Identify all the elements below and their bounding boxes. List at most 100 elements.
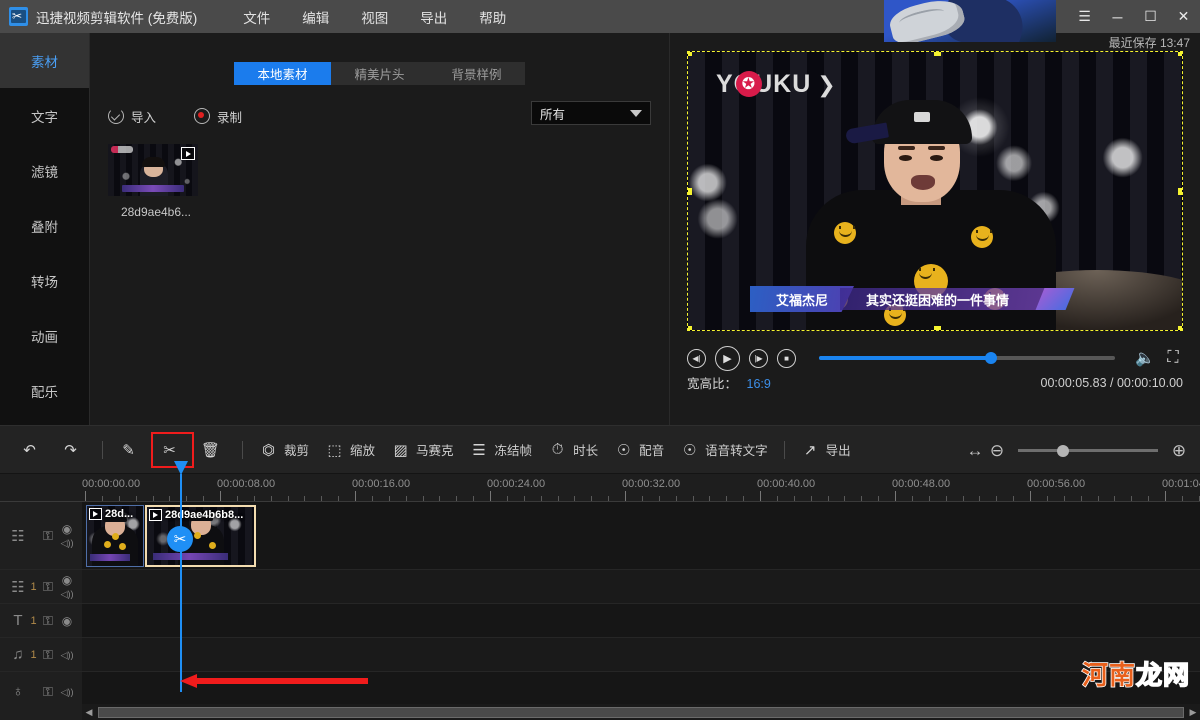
toolbar-divider-3 <box>783 440 785 459</box>
ruler-tick-minor <box>878 496 880 501</box>
ruler-tick-minor <box>287 496 289 501</box>
resize-handle-bc[interactable] <box>934 326 941 330</box>
sidebar-item-music[interactable]: 配乐 <box>0 363 89 418</box>
sidebar-item-text[interactable]: 文字 <box>0 88 89 143</box>
resize-handle-br[interactable] <box>1178 326 1182 330</box>
timeline-clip[interactable]: 28d9ae4b6b8... <box>145 505 256 567</box>
ruler-tick-minor <box>118 496 120 501</box>
scroll-left-icon[interactable]: ◀ <box>82 704 96 720</box>
tab-intro-templates[interactable]: 精美片头 <box>331 62 428 85</box>
resize-handle-tl[interactable] <box>688 52 692 56</box>
next-frame-button[interactable]: |▶ <box>749 348 768 368</box>
tab-background-samples[interactable]: 背景样例 <box>428 62 525 85</box>
timeline-horizontal-scrollbar[interactable]: ◀ ▶ <box>82 704 1200 720</box>
track-lock-icon[interactable]: ⚿ <box>39 684 57 700</box>
clip-label: 28d9ae4b6b8... <box>147 507 247 522</box>
crop-button[interactable]: ⏣ 裁剪 <box>251 433 317 467</box>
playhead[interactable] <box>174 461 188 692</box>
menu-item-file[interactable]: 文件 <box>227 3 286 31</box>
fit-to-window-icon[interactable]: ↔ <box>964 440 986 462</box>
zoom-in-icon[interactable]: ⊕ <box>1168 440 1190 462</box>
track-body[interactable] <box>82 604 1200 637</box>
video-preview[interactable]: YOUKU ✪ ❯ 艾福杰尼 其实还挺困难的一件事情 <box>687 51 1183 331</box>
media-thumbnail[interactable] <box>108 144 198 196</box>
minimize-icon[interactable]: ─ <box>1101 0 1134 33</box>
import-button[interactable]: 导入 <box>108 107 156 126</box>
track-lock-icon[interactable]: ⚿ <box>39 528 57 544</box>
ruler-tick-minor <box>844 496 846 501</box>
zoom-out-icon[interactable]: ⊖ <box>986 440 1008 462</box>
track-lock-icon[interactable]: ⚿ <box>39 613 57 629</box>
delete-button[interactable]: 🗑 <box>193 433 234 467</box>
ruler-tick-minor <box>979 496 981 501</box>
playback-controls: ◀| ▶ |▶ ■ 🔈 ⛶ <box>687 343 1183 373</box>
resize-handle-tr[interactable] <box>1178 52 1182 56</box>
track-header: ♫ 1 ⚿ ◁)) <box>0 638 82 671</box>
speech-to-text-button[interactable]: ☉ 语音转文字 <box>672 433 776 467</box>
ruler-tick-minor <box>726 496 728 501</box>
freeze-frame-button[interactable]: ☰ 冻结帧 <box>462 433 541 467</box>
stop-button[interactable]: ■ <box>777 348 796 368</box>
prev-frame-button[interactable]: ◀| <box>687 348 706 368</box>
resize-handle-mr[interactable] <box>1178 188 1182 195</box>
track-lock-icon[interactable]: ⚿ <box>39 647 57 663</box>
track-visibility-eye-icon[interactable]: ◉ <box>62 614 72 628</box>
sidebar-item-filter[interactable]: 滤镜 <box>0 143 89 198</box>
menu-item-edit[interactable]: 编辑 <box>286 3 345 31</box>
scale-button[interactable]: ⬚ 缩放 <box>317 433 383 467</box>
ruler-tick-minor <box>861 496 863 501</box>
track-body[interactable]: 28d... 28d9ae4b6b8... <box>82 502 1200 569</box>
sidebar-item-animation[interactable]: 动画 <box>0 308 89 363</box>
track-visibility-eye-icon[interactable]: ◉ <box>62 573 72 587</box>
maximize-icon[interactable]: ☐ <box>1134 0 1167 33</box>
undo-button[interactable]: ↶ <box>12 433 53 467</box>
close-icon[interactable]: ✕ <box>1167 0 1200 33</box>
resize-handle-tc[interactable] <box>934 52 941 56</box>
ruler-tick-major <box>1030 491 1031 501</box>
playback-progress-slider[interactable] <box>819 352 1115 364</box>
track-visibility-eye-icon[interactable]: ◉ <box>62 522 72 536</box>
edit-button[interactable]: ✎ <box>111 433 152 467</box>
music-track-icon: ♫ <box>12 646 24 663</box>
media-item[interactable]: 28d9ae4b6... <box>108 144 204 219</box>
scroll-right-icon[interactable]: ▶ <box>1186 704 1200 720</box>
menu-item-export[interactable]: 导出 <box>404 3 463 31</box>
mosaic-button[interactable]: ▨ 马赛克 <box>383 433 462 467</box>
play-button[interactable]: ▶ <box>715 345 740 371</box>
record-button[interactable]: 录制 <box>194 107 242 126</box>
track-mute-speaker-icon[interactable]: ◁)) <box>61 685 74 699</box>
redo-button[interactable]: ↷ <box>53 433 94 467</box>
sidebar: 素材 文字 滤镜 叠附 转场 动画 配乐 <box>0 33 90 425</box>
timeline-zoom-slider[interactable] <box>1018 444 1158 457</box>
menu-item-view[interactable]: 视图 <box>345 3 404 31</box>
sidebar-item-overlay[interactable]: 叠附 <box>0 198 89 253</box>
track-body[interactable] <box>82 638 1200 671</box>
undo-icon: ↶ <box>23 441 36 459</box>
media-filter-dropdown[interactable]: 所有 <box>531 101 651 125</box>
track-mute-speaker-icon[interactable]: ◁)) <box>61 648 74 662</box>
hamburger-menu-icon[interactable]: ☰ <box>1068 0 1101 33</box>
menu-item-help[interactable]: 帮助 <box>463 3 522 31</box>
track-mute-speaker-icon[interactable]: ◁)) <box>61 587 74 601</box>
sidebar-item-media[interactable]: 素材 <box>0 33 89 88</box>
resize-handle-ml[interactable] <box>688 188 692 195</box>
fullscreen-icon[interactable]: ⛶ <box>1163 348 1183 368</box>
timeline-clip[interactable]: 28d... <box>86 505 144 567</box>
timeline-zoom-group: ↔ ⊖ ⊕ <box>964 426 1190 475</box>
duration-button[interactable]: ⏱ 时长 <box>540 433 606 467</box>
track-mute-speaker-icon[interactable]: ◁)) <box>61 536 74 550</box>
voiceover-button[interactable]: ☉ 配音 <box>606 433 672 467</box>
track-body[interactable] <box>82 570 1200 603</box>
resize-handle-bl[interactable] <box>688 326 692 330</box>
export-button[interactable]: ↗ 导出 <box>793 433 859 467</box>
track-number: 1 <box>30 580 37 593</box>
sidebar-item-transition[interactable]: 转场 <box>0 253 89 308</box>
ruler-tick-minor <box>776 496 778 501</box>
ruler-label: 00:01:04 <box>1162 478 1200 490</box>
tab-local-media[interactable]: 本地素材 <box>234 62 331 85</box>
split-scissors-icon: ✂ <box>163 441 176 459</box>
scroll-thumb[interactable] <box>98 706 1184 718</box>
track-lock-icon[interactable]: ⚿ <box>39 579 57 595</box>
ruler-tick-minor <box>996 496 998 501</box>
speaker-icon[interactable]: 🔈 <box>1135 348 1155 368</box>
